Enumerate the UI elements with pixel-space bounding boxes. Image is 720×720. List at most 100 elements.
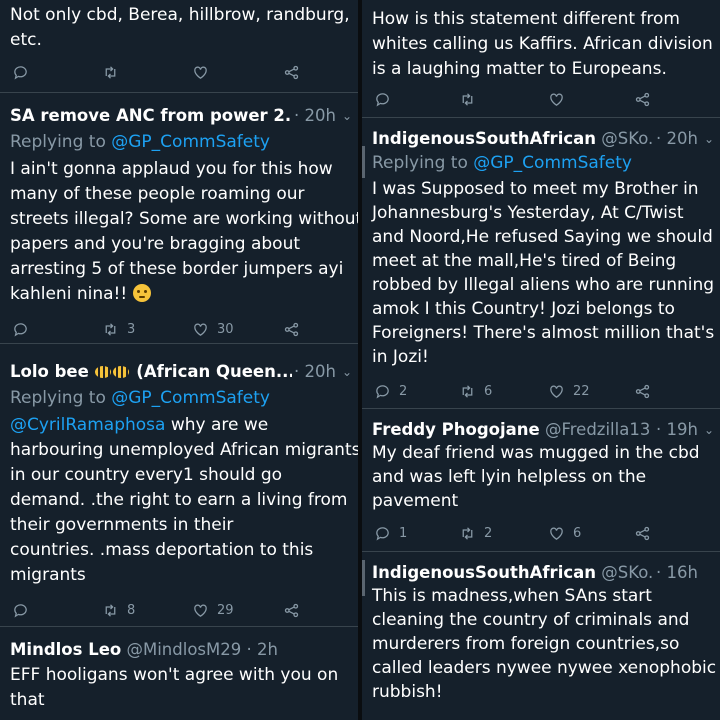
like-icon [550, 527, 563, 540]
reply-button[interactable] [12, 319, 29, 339]
replying-to-label: Replying to [372, 153, 474, 173]
reply-button[interactable] [12, 600, 29, 620]
tweet-text-line: Not only cbd, Berea, hillbrow, randburg, [10, 5, 350, 25]
reply-icon [14, 603, 27, 618]
timestamp[interactable]: · 19h [654, 419, 698, 441]
tweet-text-line: robbed by Illegal aliens who are running [372, 275, 715, 295]
timestamp[interactable]: · 16h [654, 562, 698, 584]
reply-button[interactable] [12, 62, 29, 82]
tweet-text-line: their governments in their [10, 515, 234, 535]
tweet-actions [0, 62, 358, 82]
tweet-text-line: papers and you're bragging about [10, 234, 301, 254]
replying-to-handle[interactable]: @GP_CommSafety [111, 132, 270, 152]
share-icon [284, 65, 299, 79]
tweet-text-line: etc. [10, 30, 42, 50]
timestamp[interactable]: · 20h [292, 105, 336, 127]
tweet-text-line-last: kahleni nina!! [10, 282, 354, 307]
tweet-text-line: in our country every1 should go [10, 465, 283, 485]
reply-count: 2 [399, 383, 408, 399]
share-button[interactable] [283, 600, 300, 620]
share-icon [284, 322, 299, 336]
user-handle[interactable]: @MindlosM29 [126, 640, 241, 659]
tweet-indigenous-1[interactable]: IndigenousSouthAfrican @SKo... · 20h ⌄ R… [362, 118, 720, 408]
replying-to-handle[interactable]: @GP_CommSafety [473, 153, 632, 173]
caret-down-icon[interactable]: ⌄ [704, 128, 714, 150]
like-button[interactable]: 30 [192, 319, 234, 339]
reply-button[interactable] [374, 89, 391, 109]
tweet-text-line: amok I this Country! Jozi belongs to [372, 299, 675, 319]
tweet-lolo-bee[interactable]: Lolo bee (African Queen... · 20h ⌄ Reply… [0, 344, 358, 626]
share-button[interactable] [283, 62, 300, 82]
like-button[interactable]: 29 [192, 600, 234, 620]
timestamp[interactable]: · 2h [247, 640, 278, 659]
retweet-button[interactable] [459, 89, 476, 109]
retweet-icon [462, 92, 473, 106]
reply-count: 1 [399, 525, 408, 541]
tweet-freddy-phogojane[interactable]: Freddy Phogojane @Fredzilla13 · 19h ⌄ My… [362, 409, 720, 551]
mention-link[interactable]: @CyrilRamaphosa [10, 415, 165, 435]
tweet-actions: 3 30 [0, 319, 358, 339]
avatar[interactable] [362, 560, 365, 596]
retweet-button[interactable]: 6 [459, 381, 492, 401]
share-button[interactable] [634, 523, 651, 543]
caret-down-icon[interactable]: ⌄ [342, 105, 352, 127]
share-button[interactable] [634, 89, 651, 109]
replying-to-handle[interactable]: @GP_CommSafety [111, 388, 270, 408]
replying-to: Replying to @GP_CommSafety [10, 131, 270, 153]
reply-button[interactable]: 2 [374, 381, 407, 401]
retweet-icon [105, 65, 116, 79]
like-button[interactable]: 22 [548, 381, 590, 401]
like-button[interactable]: 6 [548, 523, 581, 543]
like-count: 6 [573, 525, 582, 541]
timestamp[interactable]: · 20h [654, 128, 698, 150]
like-button[interactable] [192, 62, 209, 82]
timestamp[interactable]: · 20h [292, 361, 336, 383]
tweet-text: @CyrilRamaphosa why are we harbouring un… [10, 413, 358, 588]
retweet-icon [462, 526, 473, 540]
tweet-text-line: streets illegal? Some are working withou… [10, 209, 358, 229]
share-button[interactable] [634, 381, 651, 401]
caret-down-icon[interactable]: ⌄ [342, 361, 352, 383]
tweet-text-line: meet at the mall,He's tired of Being [372, 251, 677, 271]
retweet-count: 6 [484, 383, 493, 399]
tweet-text-line: murderers from foreign countries,so [372, 634, 680, 654]
retweet-icon [105, 603, 116, 617]
reply-icon [376, 92, 389, 107]
retweet-button[interactable] [102, 62, 119, 82]
display-name[interactable]: Mindlos Leo [10, 640, 121, 659]
retweet-button[interactable]: 2 [459, 523, 492, 543]
tweet-text-line: called leaders nywee nywee xenophobic [372, 658, 717, 678]
tweet-actions: 1 2 6 [362, 523, 720, 543]
display-name[interactable]: SA remove ANC from power 2... [10, 106, 304, 125]
tweet-sa-remove-anc[interactable]: SA remove ANC from power 2... · 20h ⌄ Re… [0, 93, 358, 343]
display-name[interactable]: Lolo bee (African Queen... [10, 362, 295, 381]
tweet-text-line: This is madness,when SAns start [372, 586, 652, 606]
caret-down-icon[interactable]: ⌄ [704, 419, 714, 441]
tweet-text: EFF hooligans won't agree with you on th… [10, 663, 354, 713]
user-handle[interactable]: @Fredzilla13 [545, 420, 650, 439]
tweet-header: SA remove ANC from power 2... · 20h ⌄ [10, 105, 352, 127]
tweet-text-line: I ain't gonna applaud you for this how [10, 159, 333, 179]
tweet-partial-top-left[interactable]: Not only cbd, Berea, hillbrow, randburg,… [0, 0, 358, 92]
display-name[interactable]: IndigenousSouthAfrican [372, 563, 596, 582]
avatar[interactable] [362, 146, 365, 178]
reply-button[interactable]: 1 [374, 523, 407, 543]
tweet-text-fragment: why are we [165, 415, 269, 435]
retweet-button[interactable]: 8 [102, 600, 135, 620]
tweet-actions: 8 29 [0, 600, 358, 620]
tweet-text-line: countries. .mass deportation to this [10, 540, 314, 560]
retweet-button[interactable]: 3 [102, 319, 135, 339]
tweet-text: I ain't gonna applaud you for this how m… [10, 157, 358, 307]
tweet-mindlos-leo[interactable]: Mindlos Leo @MindlosM29 · 2h EFF hooliga… [0, 627, 358, 720]
tweet-indigenous-2[interactable]: IndigenousSouthAfrican @SKo... · 16h Thi… [362, 552, 720, 720]
like-button[interactable] [548, 89, 565, 109]
bee-emoji-icon [112, 366, 129, 378]
display-name[interactable]: IndigenousSouthAfrican [372, 129, 596, 148]
share-icon [635, 384, 650, 398]
display-name[interactable]: Freddy Phogojane [372, 420, 540, 439]
tweet-text: My deaf friend was mugged in the cbd and… [372, 441, 716, 513]
tweet-text-line: and was left lyin helpless on the [372, 467, 647, 487]
tweet-partial-top-right[interactable]: How is this statement different from whi… [362, 0, 720, 118]
tweet-text: How is this statement different from whi… [372, 7, 716, 82]
share-button[interactable] [283, 319, 300, 339]
